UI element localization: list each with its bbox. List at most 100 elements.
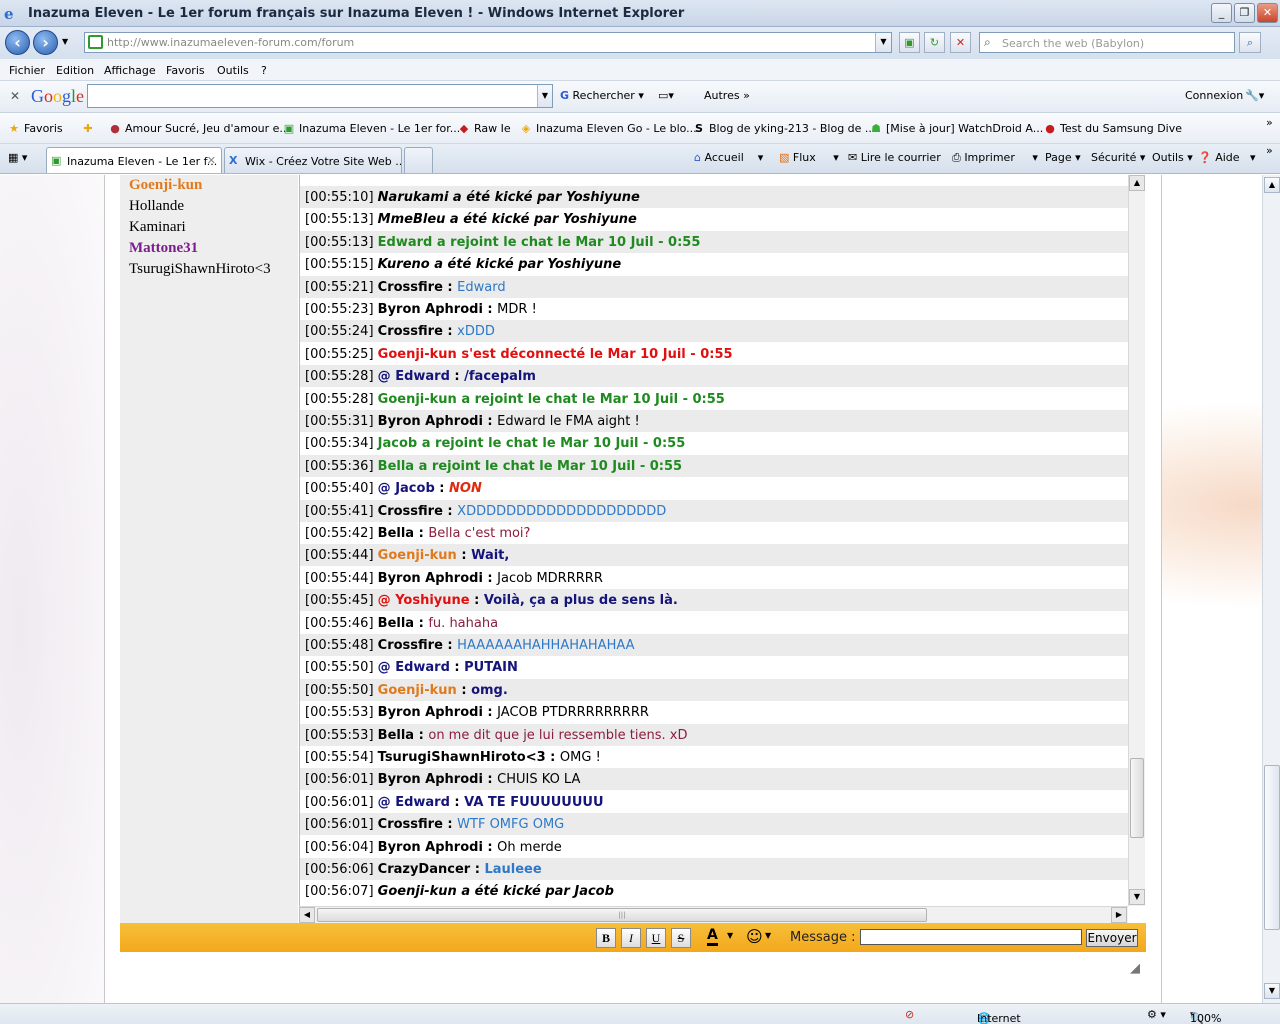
chat-author[interactable]: Bella bbox=[378, 728, 414, 743]
user-hollande[interactable]: Hollande bbox=[129, 198, 184, 215]
maximize-button[interactable]: ❐ bbox=[1234, 3, 1255, 23]
color-dropdown-icon[interactable]: ▼ bbox=[727, 931, 733, 940]
chat-author[interactable]: Bella bbox=[378, 616, 414, 631]
resize-grip-icon[interactable]: ◢ bbox=[1130, 961, 1140, 976]
zoom-control[interactable]: 🔍 100% ▾ bbox=[1190, 1008, 1221, 1024]
chat-author[interactable]: Crossfire bbox=[378, 324, 443, 339]
tools-menu-button[interactable]: Outils ▾ bbox=[1152, 151, 1193, 164]
chat-author[interactable]: Byron Aphrodi bbox=[378, 414, 483, 429]
chat-author[interactable]: TsurugiShawnHiroto<3 bbox=[378, 750, 546, 765]
page-scroll-thumb[interactable] bbox=[1264, 765, 1280, 930]
more-button[interactable]: Autres » bbox=[704, 89, 750, 102]
fav-item-blog-yking[interactable]: S Blog de yking-213 - Blog de ... bbox=[692, 122, 875, 135]
chat-messages[interactable]: [00:55:10] Narukami a été kické par Yosh… bbox=[299, 175, 1128, 906]
chat-author[interactable]: Goenji-kun bbox=[378, 548, 457, 563]
chat-vertical-scrollbar[interactable]: ▲ ▼ bbox=[1128, 175, 1145, 906]
fav-item-inazuma-go[interactable]: ◈ Inazuma Eleven Go - Le blo... bbox=[519, 122, 697, 135]
user-tsurugi[interactable]: TsurugiShawnHiroto<3 bbox=[129, 261, 271, 278]
send-button[interactable]: Envoyer bbox=[1086, 929, 1138, 947]
menu-edition[interactable]: Edition bbox=[56, 64, 94, 77]
chat-author[interactable]: @ Yoshiyune bbox=[378, 593, 470, 608]
close-toolbar-icon[interactable]: ✕ bbox=[10, 89, 20, 103]
menu-affichage[interactable]: Affichage bbox=[104, 64, 156, 77]
chat-author[interactable]: Bella bbox=[378, 526, 414, 541]
scroll-left-icon[interactable]: ◀ bbox=[299, 907, 315, 923]
chat-author[interactable]: Byron Aphrodi bbox=[378, 840, 483, 855]
address-dropdown-icon[interactable]: ▼ bbox=[875, 33, 891, 52]
favbar-overflow-icon[interactable]: » bbox=[1266, 116, 1273, 129]
page-menu-button[interactable]: Page ▾ bbox=[1045, 151, 1081, 164]
message-input[interactable] bbox=[860, 929, 1082, 945]
underline-button[interactable]: U bbox=[646, 928, 666, 948]
chat-author[interactable]: Byron Aphrodi bbox=[378, 302, 483, 317]
home-button[interactable]: ⌂ Accueil ▾ bbox=[694, 151, 763, 164]
quick-tabs-icon[interactable]: ▦ ▾ bbox=[8, 151, 27, 164]
fav-item-raw-ie[interactable]: ◆ Raw Ie bbox=[457, 122, 511, 135]
favorites-button[interactable]: ★ Favoris bbox=[7, 122, 63, 135]
italic-button[interactable]: I bbox=[621, 928, 641, 948]
scroll-thumb[interactable] bbox=[1130, 758, 1144, 838]
menu-favoris[interactable]: Favoris bbox=[166, 64, 205, 77]
privacy-icon[interactable]: ⊘ bbox=[905, 1008, 914, 1021]
tab-close-icon[interactable]: ✕ bbox=[207, 154, 216, 167]
page-scroll-down-icon[interactable]: ▼ bbox=[1264, 983, 1280, 999]
web-search-input[interactable]: ⌕ Search the web (Babylon) bbox=[979, 32, 1235, 53]
help-menu-button[interactable]: ❓ Aide ▾ bbox=[1198, 151, 1256, 164]
strike-button[interactable]: S bbox=[671, 928, 691, 948]
chat-author[interactable]: Crossfire bbox=[378, 280, 443, 295]
user-kaminari[interactable]: Kaminari bbox=[129, 219, 186, 236]
minimize-button[interactable]: _ bbox=[1211, 3, 1232, 23]
compat-view-button[interactable]: ▣ bbox=[899, 32, 920, 53]
font-color-button[interactable]: A bbox=[707, 927, 718, 946]
scroll-up-icon[interactable]: ▲ bbox=[1129, 175, 1145, 191]
stop-button[interactable]: ✕ bbox=[950, 32, 971, 53]
fav-item-watchdroid[interactable]: ☗ [Mise à jour] WatchDroid A... bbox=[869, 122, 1043, 135]
chat-author[interactable]: @ Edward bbox=[378, 660, 450, 675]
cmdbar-overflow-icon[interactable]: » bbox=[1266, 144, 1273, 157]
page-vertical-scrollbar[interactable]: ▲ ▼ bbox=[1262, 175, 1280, 1003]
address-input[interactable]: http://www.inazumaeleven-forum.com/forum… bbox=[84, 32, 892, 53]
print-button[interactable]: ⎙ Imprimer ▾ bbox=[952, 151, 1038, 165]
history-dropdown-icon[interactable]: ▼ bbox=[62, 37, 68, 46]
new-tab-button[interactable] bbox=[404, 147, 433, 173]
user-goenji-kun[interactable]: Goenji-kun bbox=[129, 177, 202, 194]
refresh-button[interactable]: ↻ bbox=[924, 32, 945, 53]
chat-horizontal-scrollbar[interactable]: ◀ ||| ▶ bbox=[299, 906, 1128, 923]
feeds-button[interactable]: ▧ Flux ▾ bbox=[779, 151, 839, 164]
chat-author[interactable]: @ Edward bbox=[378, 369, 450, 384]
chat-author[interactable]: CrazyDancer bbox=[378, 862, 471, 877]
read-mail-button[interactable]: ✉ Lire le courrier bbox=[848, 151, 941, 164]
scroll-right-icon[interactable]: ▶ bbox=[1111, 907, 1127, 923]
bold-button[interactable]: B bbox=[596, 928, 616, 948]
wrench-icon[interactable]: 🔧▾ bbox=[1245, 89, 1264, 102]
protected-mode-icon[interactable]: ⚙ ▾ bbox=[1147, 1008, 1166, 1021]
chat-author[interactable]: Crossfire bbox=[378, 638, 443, 653]
menu-fichier[interactable]: Fichier bbox=[9, 64, 45, 77]
search-go-button[interactable]: ⌕ bbox=[1239, 32, 1261, 53]
smiley-icon[interactable]: ☺ bbox=[746, 927, 763, 946]
chat-author[interactable]: @ Jacob bbox=[378, 481, 435, 496]
tab-inazuma[interactable]: ▣ Inazuma Eleven - Le 1er f... ✕ bbox=[46, 147, 222, 173]
smiley-dropdown-icon[interactable]: ▼ bbox=[765, 931, 771, 940]
popup-blocker-icon[interactable]: ▭▾ bbox=[658, 89, 674, 102]
chat-author[interactable]: @ Edward bbox=[378, 795, 450, 810]
forward-button[interactable]: › bbox=[33, 30, 58, 55]
fav-item-inazuma[interactable]: ▣ Inazuma Eleven - Le 1er for... bbox=[282, 122, 460, 135]
menu-outils[interactable]: Outils bbox=[217, 64, 249, 77]
google-search-dropdown-icon[interactable]: ▼ bbox=[537, 85, 552, 107]
hscroll-thumb[interactable]: ||| bbox=[317, 908, 927, 922]
connect-button[interactable]: Connexion bbox=[1185, 89, 1243, 102]
chat-author[interactable]: Byron Aphrodi bbox=[378, 772, 483, 787]
chat-author[interactable]: Crossfire bbox=[378, 504, 443, 519]
chat-author[interactable]: Byron Aphrodi bbox=[378, 705, 483, 720]
back-button[interactable]: ‹ bbox=[5, 30, 30, 55]
add-favorite-icon[interactable]: ✚ bbox=[81, 122, 98, 135]
chat-author[interactable]: Byron Aphrodi bbox=[378, 571, 483, 586]
menu-help[interactable]: ? bbox=[261, 64, 267, 77]
google-search-input[interactable]: ▼ bbox=[87, 84, 553, 108]
fav-item-samsung-dive[interactable]: ● Test du Samsung Dive bbox=[1043, 122, 1182, 135]
scroll-down-icon[interactable]: ▼ bbox=[1129, 889, 1145, 905]
page-scroll-up-icon[interactable]: ▲ bbox=[1264, 177, 1280, 193]
chat-author[interactable]: Crossfire bbox=[378, 817, 443, 832]
close-button[interactable]: ✕ bbox=[1257, 3, 1278, 23]
